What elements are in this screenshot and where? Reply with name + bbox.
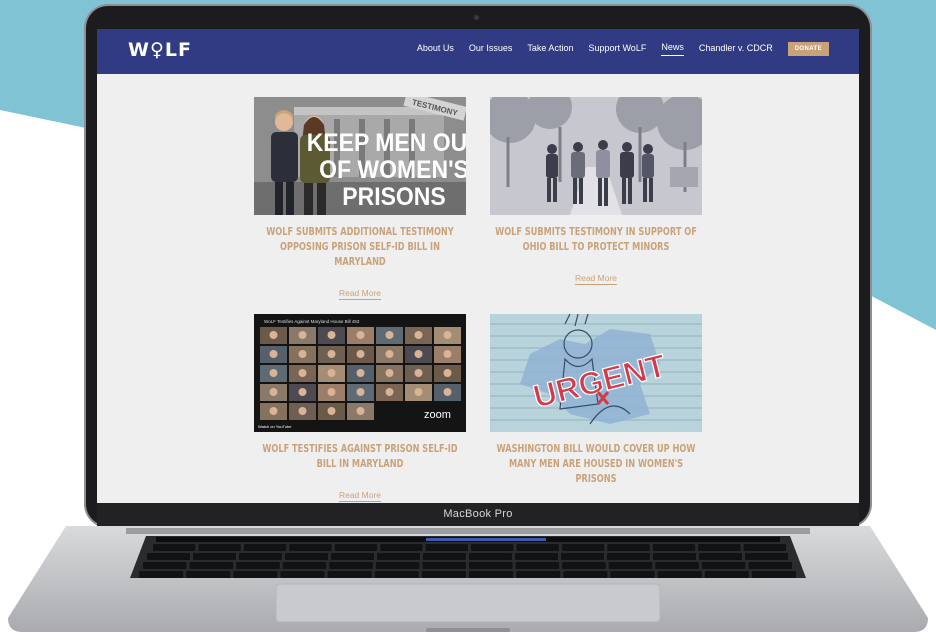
laptop-chin: MacBook Pro [97, 503, 859, 526]
nav-chandler-v-cdcr[interactable]: Chandler v. CDCR [699, 43, 773, 56]
article-card: WoLF Testifies Against Maryland House Bi… [254, 314, 466, 503]
article-card: WoLF Submits Testimony in Support of Ohi… [490, 97, 702, 286]
image-headline-line-3: PRISONS [342, 183, 445, 211]
video-title-text: WoLF Testifies Against Maryland House Bi… [264, 319, 360, 324]
article-image[interactable]: URGENT [490, 314, 702, 432]
device-label: MacBook Pro [443, 508, 513, 520]
article-card: URGENT Washington Bill Would Cover Up Ho… [490, 314, 702, 487]
image-headline-line-2: OF WOMEN'S [319, 156, 466, 184]
article-title[interactable]: Washington Bill Would Cover Up How Many … [491, 442, 702, 487]
article-image[interactable]: WoLF Testifies Against Maryland House Bi… [254, 314, 466, 432]
read-more-link[interactable]: Read More [338, 288, 382, 300]
youtube-watch-text: Watch on YouTube [258, 424, 292, 429]
read-more-link[interactable]: Read More [338, 490, 382, 502]
article-image[interactable] [490, 97, 702, 215]
read-more-link[interactable]: Read More [574, 273, 618, 285]
article-card: TESTIMONY KEEP MEN OUT OF WOMEN'S PRISON… [254, 97, 466, 301]
nav-support-wolf[interactable]: Support WoLF [588, 43, 646, 56]
article-title[interactable]: WoLF Submits Additional Testimony Opposi… [255, 225, 466, 270]
site-logo[interactable]: W♀LF [128, 39, 192, 61]
site-header: W♀LF About Us Our Issues Take Action Sup… [97, 29, 859, 74]
camera-icon [474, 15, 479, 20]
article-image[interactable]: TESTIMONY KEEP MEN OUT OF WOMEN'S PRISON… [254, 97, 466, 215]
browser-viewport: W♀LF About Us Our Issues Take Action Sup… [97, 29, 859, 503]
donate-button[interactable]: DONATE [787, 42, 829, 56]
image-headline-line-1: KEEP MEN OUT [307, 129, 466, 157]
nav-take-action[interactable]: Take Action [527, 43, 573, 56]
nav-our-issues[interactable]: Our Issues [469, 43, 513, 56]
zoom-logo-text: zoom [424, 409, 451, 421]
nav-about-us[interactable]: About Us [417, 43, 454, 56]
article-title[interactable]: WoLF Submits Testimony in Support of Ohi… [491, 225, 702, 255]
article-title[interactable]: WoLF Testifies Against Prison Self-ID Bi… [255, 442, 466, 472]
main-nav: About Us Our Issues Take Action Support … [402, 42, 829, 56]
nav-news[interactable]: News [661, 42, 684, 56]
laptop-base [8, 526, 928, 632]
